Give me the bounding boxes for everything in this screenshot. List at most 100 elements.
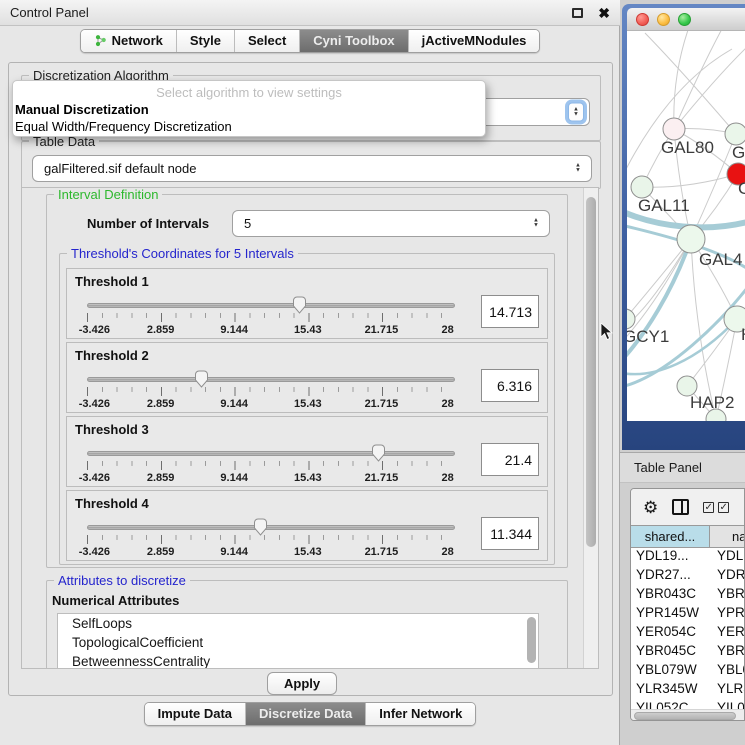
attributes-group: Attributes to discretize Numerical Attri… xyxy=(46,580,568,669)
column-header-name[interactable]: na xyxy=(710,526,744,547)
slider-handle[interactable] xyxy=(371,444,386,462)
network-window-titlebar[interactable] xyxy=(627,8,745,31)
tab-jactivemnodules[interactable]: jActiveMNodules xyxy=(409,30,540,52)
node-gal80[interactable] xyxy=(663,118,685,140)
slider-track[interactable] xyxy=(87,303,455,308)
node-gcy1[interactable] xyxy=(627,309,635,329)
threshold-slider-1[interactable]: -3.426 2.859 9.144 15.43 21.715 28 xyxy=(87,295,455,337)
threshold-value-field[interactable]: 6.316 xyxy=(481,369,539,402)
combo-stepper-icon[interactable]: ▲ ▼ xyxy=(568,103,584,122)
mac-zoom-icon[interactable] xyxy=(678,13,691,26)
table-row[interactable]: YBR045CYBR0 xyxy=(631,643,744,662)
node-top-right[interactable] xyxy=(725,123,745,145)
scale-label: 28 xyxy=(442,324,454,336)
threshold-value-field[interactable]: 14.713 xyxy=(481,295,539,328)
tab-infer-network[interactable]: Infer Network xyxy=(366,703,475,725)
tab-style[interactable]: Style xyxy=(177,30,235,52)
scrollbar-thumb[interactable] xyxy=(634,712,736,720)
column-header-shared-name[interactable]: shared... xyxy=(631,526,710,547)
tab-label: jActiveMNodules xyxy=(422,33,527,48)
cell: YBL0 xyxy=(710,662,744,681)
tab-impute-data[interactable]: Impute Data xyxy=(145,703,246,725)
threshold-value-field[interactable]: 11.344 xyxy=(481,517,539,550)
tab-network[interactable]: Network xyxy=(81,30,177,52)
tab-select[interactable]: Select xyxy=(235,30,300,52)
table-row[interactable]: YBR043CYBR0 xyxy=(631,586,744,605)
threshold-panel-2: Threshold 2 -3.426 2.859 9. xyxy=(66,342,548,413)
table-row[interactable]: YBL079WYBL0 xyxy=(631,662,744,681)
tab-label: Network xyxy=(112,33,163,48)
list-item[interactable]: SelfLoops xyxy=(58,614,538,633)
cell: YDL19... xyxy=(631,548,710,567)
scale-label: 21.715 xyxy=(365,398,399,410)
tab-label: Select xyxy=(248,33,286,48)
tab-discretize-data[interactable]: Discretize Data xyxy=(246,703,366,725)
thresholds-group: Threshold's Coordinates for 5 Intervals … xyxy=(59,253,555,565)
threshold-slider-3[interactable]: -3.426 2.859 9.144 15.43 21.715 28 xyxy=(87,443,455,485)
threshold-slider-2[interactable]: -3.426 2.859 9.144 15.43 21.715 28 xyxy=(87,369,455,411)
checkbox-checked-icon[interactable]: ✓ xyxy=(718,502,729,513)
table-horizontal-scrollbar[interactable] xyxy=(631,709,744,721)
mouse-cursor xyxy=(600,323,613,342)
table-row[interactable]: YDR27...YDR2 xyxy=(631,567,744,586)
close-icon[interactable]: ✖ xyxy=(598,6,610,20)
group-title: Threshold's Coordinates for 5 Intervals xyxy=(67,246,298,261)
table-data-combobox[interactable]: galFiltered.sif default node ▲ ▼ xyxy=(32,155,592,182)
checkbox-checked-icon[interactable]: ✓ xyxy=(703,502,714,513)
float-window-icon[interactable] xyxy=(572,8,583,18)
tab-cyni-toolbox[interactable]: Cyni Toolbox xyxy=(300,30,408,52)
bottom-tab-bar: Impute Data Discretize Data Infer Networ… xyxy=(0,702,620,726)
combo-value: galFiltered.sif default node xyxy=(44,161,196,176)
cell: YER0 xyxy=(710,624,744,643)
slider-handle[interactable] xyxy=(194,370,209,388)
mac-close-icon[interactable] xyxy=(636,13,649,26)
mac-minimize-icon[interactable] xyxy=(657,13,670,26)
scale-label: 15.43 xyxy=(294,398,322,410)
table-row[interactable]: YLR345WYLR3 xyxy=(631,681,744,700)
table-row[interactable]: YER054CYER0 xyxy=(631,624,744,643)
popup-option-equal-width[interactable]: Equal Width/Frequency Discretization xyxy=(15,119,232,134)
node-gal11[interactable] xyxy=(631,176,653,198)
table-row[interactable]: YDL19...YDL1 xyxy=(631,548,744,567)
table-row[interactable]: YIL052CYIL0 xyxy=(631,700,744,709)
split-columns-icon[interactable] xyxy=(672,499,689,515)
slider-handle[interactable] xyxy=(253,518,268,536)
numerical-attributes-list[interactable]: SelfLoops TopologicalCoefficient Between… xyxy=(57,613,539,669)
list-item[interactable]: BetweennessCentrality xyxy=(58,652,538,669)
list-item[interactable]: TopologicalCoefficient xyxy=(58,633,538,652)
node-label: C xyxy=(738,179,745,198)
cell: YBR045C xyxy=(631,643,710,662)
slider-track[interactable] xyxy=(87,377,455,382)
combo-stepper-icon[interactable]: ▲ ▼ xyxy=(570,159,586,178)
scale-label: 28 xyxy=(442,472,454,484)
number-of-intervals-combobox[interactable]: 5 ▲ ▼ xyxy=(232,210,550,237)
settings-scroll-pane: Interval Definition Number of Intervals … xyxy=(21,187,599,669)
settings-scrollbar[interactable] xyxy=(583,188,598,668)
scrollbar-thumb[interactable] xyxy=(586,197,596,547)
scale-label: 21.715 xyxy=(365,472,399,484)
threshold-label: Threshold 1 xyxy=(75,274,149,289)
threshold-value-field[interactable]: 21.4 xyxy=(481,443,539,476)
threshold-slider-4[interactable]: -3.426 2.859 9.144 15.43 21.715 28 xyxy=(87,517,455,559)
group-title: Interval Definition xyxy=(54,187,162,202)
slider-track[interactable] xyxy=(87,525,455,530)
popup-option-manual-discretization[interactable]: Manual Discretization xyxy=(15,102,149,117)
tab-label: Discretize Data xyxy=(259,706,352,721)
cell: YDL1 xyxy=(710,548,744,567)
node-gal4[interactable] xyxy=(677,225,705,253)
slider-handle[interactable] xyxy=(292,296,307,314)
combo-stepper-icon[interactable]: ▲ ▼ xyxy=(528,214,544,233)
gear-icon[interactable]: ⚙ xyxy=(643,499,658,516)
cell: YLR345W xyxy=(631,681,710,700)
apply-button[interactable]: Apply xyxy=(267,672,337,695)
table-panel-title: Table Panel xyxy=(634,460,702,475)
slider-ticks xyxy=(87,535,455,544)
scale-label: -3.426 xyxy=(79,546,110,558)
list-scrollbar[interactable] xyxy=(527,617,536,663)
cell: YBL079W xyxy=(631,662,710,681)
network-canvas[interactable]: GAL80 G C GAL11 GAL4 GCY1 H HAP2 xyxy=(627,31,745,421)
cell: YPR1 xyxy=(710,605,744,624)
table-row[interactable]: YPR145WYPR1 xyxy=(631,605,744,624)
slider-track[interactable] xyxy=(87,451,455,456)
cell: YBR0 xyxy=(710,586,744,605)
